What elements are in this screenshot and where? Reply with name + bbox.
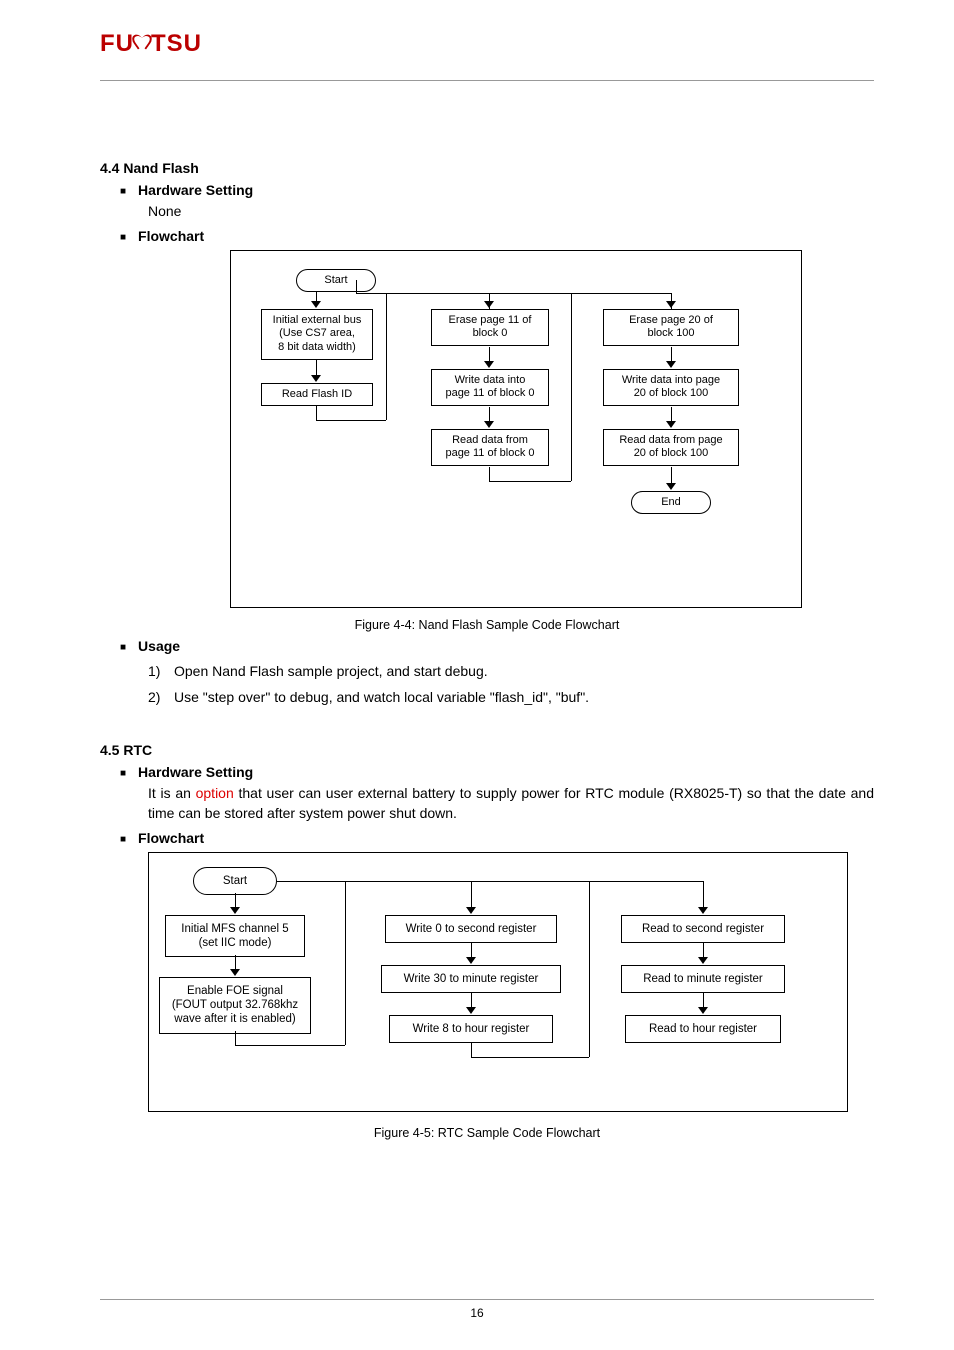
flow-w8: Write 8 to hour register [389,1015,553,1043]
usage-item: Open Nand Flash sample project, and star… [174,660,488,682]
hw-text-option: option [196,785,234,801]
flow-init: Initial external bus (Use CS7 area, 8 bi… [261,309,373,360]
flow-write0: Write data into page 11 of block 0 [431,369,549,407]
bullet-icon: ■ [120,186,126,197]
hw-text-post: that user can user external battery to s… [148,785,874,821]
list-number: 1) [148,660,174,682]
hw-setting-text: It is an option that user can user exter… [148,784,874,823]
flow-end: End [631,491,711,515]
flowchart-row: ■ Flowchart [120,830,874,846]
bullet-icon: ■ [120,642,126,653]
hw-setting-row: ■ Hardware Setting [120,764,874,780]
usage-item: Use "step over" to debug, and watch loca… [174,686,589,708]
flow-start: Start [296,269,376,293]
page-number: 16 [0,1306,954,1320]
infinity-icon [133,34,151,48]
flowchart-row: ■ Flowchart [120,228,874,244]
header-rule [100,80,874,81]
section-nand-flash: 4.4 Nand Flash ■ Hardware Setting None ■… [100,160,874,708]
logo-text-post: TSU [151,30,202,58]
hw-setting-label: Hardware Setting [138,764,253,780]
flow-rhr: Read to hour register [625,1015,781,1043]
footer-rule [100,1299,874,1300]
flow-rmin: Read to minute register [621,965,785,993]
hw-setting-row: ■ Hardware Setting [120,182,874,198]
section-heading: 4.5 RTC [100,742,874,758]
flow-readid: Read Flash ID [261,383,373,407]
brand-logo: FU TSU [100,30,202,58]
flowchart-nand: Start Initial external bus (Use CS7 area… [230,250,802,608]
bullet-icon: ■ [120,232,126,243]
flow-foe: Enable FOE signal (FOUT output 32.768khz… [159,977,311,1034]
usage-list: 1)Open Nand Flash sample project, and st… [148,660,874,709]
flow-rsec: Read to second register [621,915,785,943]
flow-init: Initial MFS channel 5 (set IIC mode) [165,915,305,958]
bullet-icon: ■ [120,768,126,779]
flowchart-label: Flowchart [138,830,204,846]
hw-setting-value: None [148,202,874,222]
section-rtc: 4.5 RTC ■ Hardware Setting It is an opti… [100,742,874,1139]
flowchart-label: Flowchart [138,228,204,244]
flow-start: Start [193,867,277,895]
flow-read100: Read data from page 20 of block 100 [603,429,739,467]
flow-write100: Write data into page 20 of block 100 [603,369,739,407]
flow-w0: Write 0 to second register [385,915,557,943]
flow-read0: Read data from page 11 of block 0 [431,429,549,467]
section-heading: 4.4 Nand Flash [100,160,874,176]
figure-caption-2: Figure 4-5: RTC Sample Code Flowchart [100,1126,874,1140]
figure-caption-1: Figure 4-4: Nand Flash Sample Code Flowc… [100,618,874,632]
flowchart-rtc: Start Initial MFS channel 5 (set IIC mod… [148,852,848,1112]
flow-erase0: Erase page 11 of block 0 [431,309,549,347]
hw-setting-label: Hardware Setting [138,182,253,198]
logo-text-pre: FU [100,30,134,58]
bullet-icon: ■ [120,834,126,845]
hw-text-pre: It is an [148,785,196,801]
usage-label: Usage [138,638,180,654]
usage-row: ■ Usage [120,638,874,654]
flow-w30: Write 30 to minute register [381,965,561,993]
list-number: 2) [148,686,174,708]
flow-erase100: Erase page 20 of block 100 [603,309,739,347]
